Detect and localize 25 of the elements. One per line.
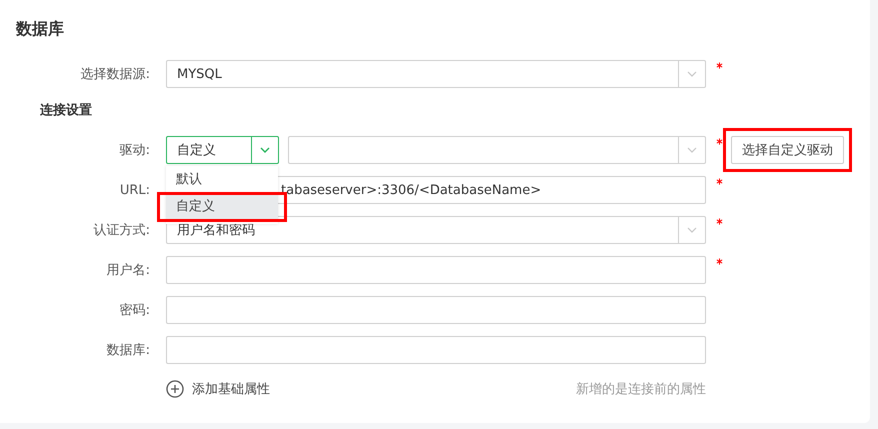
driver-class-select[interactable] (288, 136, 706, 164)
field-label: 认证方式: (92, 222, 150, 239)
input-field[interactable] (166, 256, 706, 284)
hint-text: 新增的是连接前的属性 (576, 381, 706, 398)
subsection-title: 连接设置 (39, 102, 93, 120)
dropdown-option[interactable]: 自定义 (166, 195, 278, 219)
chevron-down-icon (687, 71, 697, 77)
field-label: URL: (118, 182, 150, 198)
plus-circle-icon (166, 380, 184, 398)
field-label: 驱动: (118, 142, 150, 159)
field-label: 数据库: (106, 342, 150, 359)
field-label: 选择数据源: (80, 66, 150, 83)
field-label: 用户名: (106, 262, 150, 279)
section-title: 数据库 (14, 18, 65, 40)
driver-select[interactable]: 自定义 (166, 136, 279, 164)
add-property-link[interactable]: 添加基础属性 (192, 380, 270, 398)
input-field[interactable] (166, 336, 706, 364)
chevron-down-icon (260, 147, 270, 153)
auth-method-select[interactable]: 用户名和密码 (166, 216, 706, 244)
chevron-down-icon (687, 147, 697, 153)
input-field[interactable] (166, 296, 706, 324)
chevron-down-icon (687, 227, 697, 233)
field-label: 密码: (118, 302, 150, 319)
data-source-select[interactable]: MYSQL (166, 60, 706, 88)
choose-driver-button[interactable]: 选择自定义驱动 (731, 136, 844, 164)
